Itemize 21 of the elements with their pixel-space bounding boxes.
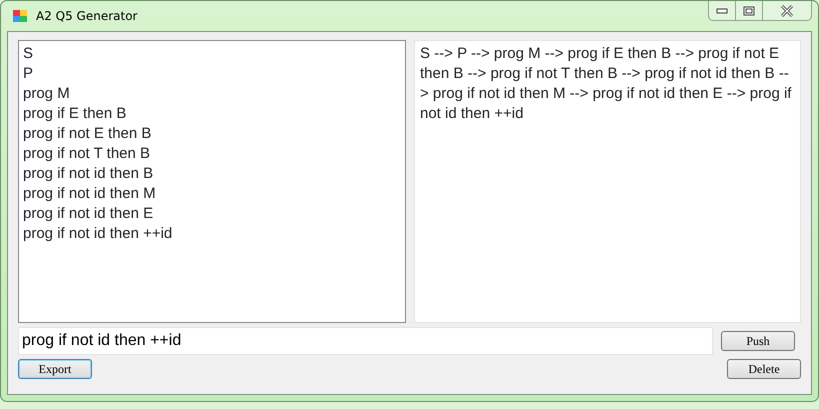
list-item[interactable]: S xyxy=(23,44,34,64)
minimize-icon xyxy=(716,8,728,14)
action-button[interactable]: Export xyxy=(18,359,92,379)
window-title: A2 Q5 Generator xyxy=(36,8,138,25)
close-icon xyxy=(780,4,794,16)
list-item[interactable]: prog if not E then B xyxy=(23,124,152,144)
app-icon xyxy=(12,8,28,24)
list-item[interactable]: prog if not id then B xyxy=(23,164,154,184)
list-item[interactable]: prog if E then B xyxy=(23,104,126,124)
derivation-list[interactable]: S P prog M prog if E then B prog if not E then B prog if not T then B prog if not id then B prog if not id then M prog if not id then E prog if not id then ++id xyxy=(18,40,406,323)
list-item[interactable]: prog if not id then ++id xyxy=(23,224,172,244)
output-text: S --> P --> prog M --> prog if E then B --> prog if not E then B --> prog if not T then B --> prog if not id then B --> prog if not id then M --> prog if not id then E --> prog if not id then ++id xyxy=(414,40,801,323)
list-item[interactable]: prog M xyxy=(23,84,70,104)
action-button[interactable]: Delete xyxy=(727,359,801,379)
list-item[interactable]: P xyxy=(23,64,34,84)
list-item[interactable]: prog if not T then B xyxy=(23,144,150,164)
maximize-icon xyxy=(743,6,755,16)
list-item[interactable]: prog if not id then M xyxy=(23,184,156,204)
action-button[interactable]: Push xyxy=(721,331,795,351)
list-item[interactable]: prog if not id then E xyxy=(23,204,154,224)
input-field[interactable]: prog if not id then ++id xyxy=(18,327,713,355)
